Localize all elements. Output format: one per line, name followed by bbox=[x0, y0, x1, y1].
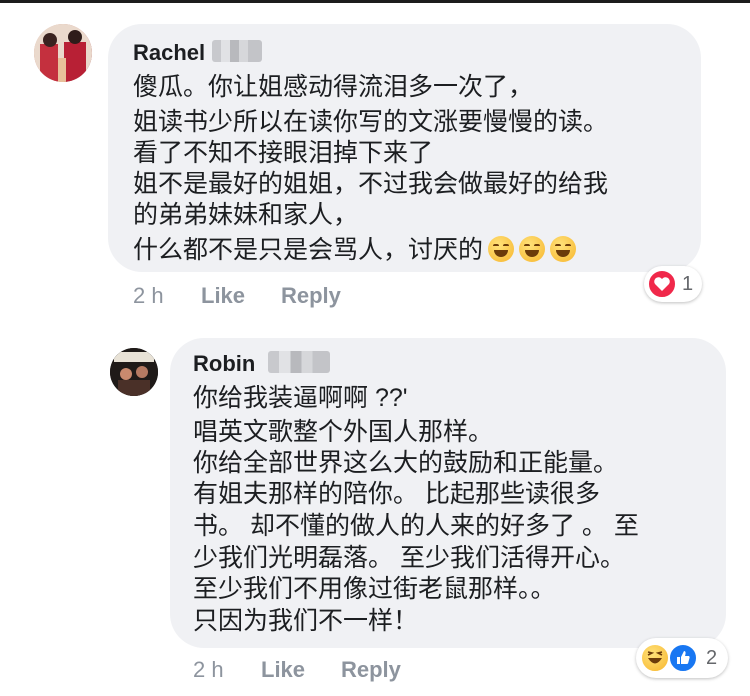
reaction-count: 1 bbox=[682, 273, 694, 295]
reply-link[interactable]: Reply bbox=[341, 657, 401, 683]
top-divider bbox=[0, 0, 750, 3]
comment-timestamp[interactable]: 2 h bbox=[133, 283, 164, 309]
grinning-squint-emoji bbox=[519, 236, 546, 262]
comment-author[interactable]: Robin bbox=[193, 351, 255, 377]
comment-text-line: 只因为我们不一样！ bbox=[193, 607, 419, 635]
haha-reaction-icon bbox=[640, 643, 670, 673]
avatar-photo bbox=[34, 24, 92, 82]
like-link[interactable]: Like bbox=[201, 283, 245, 309]
comment-timestamp[interactable]: 2 h bbox=[193, 657, 224, 683]
reaction-summary[interactable]: 2 bbox=[636, 638, 728, 678]
grinning-squint-emoji bbox=[488, 236, 515, 262]
like-link[interactable]: Like bbox=[261, 657, 305, 683]
redacted-surname bbox=[268, 351, 330, 373]
comment-text-line-with-emoji: 什么都不是只是会骂人，讨厌的 bbox=[133, 230, 577, 266]
avatar[interactable] bbox=[34, 24, 92, 82]
comment-author[interactable]: Rachel bbox=[133, 40, 205, 66]
comment-text-line: 你给我装逼啊啊 ??' bbox=[193, 384, 408, 412]
comment-text-line: 至少我们不用像过街老鼠那样。。 bbox=[193, 575, 556, 603]
avatar[interactable] bbox=[110, 348, 158, 396]
comment-text-line: 的弟弟妹妹和家人， bbox=[133, 201, 359, 229]
love-reaction-icon bbox=[647, 269, 677, 299]
avatar-photo bbox=[110, 348, 158, 396]
redacted-surname bbox=[212, 40, 262, 62]
comment-text-line: 傻瓜。你让姐感动得流泪多一次了， bbox=[133, 73, 534, 101]
grinning-squint-emoji bbox=[550, 236, 577, 262]
reaction-summary[interactable]: 1 bbox=[644, 266, 702, 302]
comment-text: 什么都不是只是会骂人，讨厌的 bbox=[133, 236, 484, 264]
comment-text-line: 有姐夫那样的陪你。 比起那些读很多 bbox=[193, 480, 600, 508]
reply-link[interactable]: Reply bbox=[281, 283, 341, 309]
like-reaction-icon bbox=[668, 643, 698, 673]
reaction-count: 2 bbox=[706, 647, 718, 669]
comment-text-line: 书。 却不懂的做人的人来的好多了 。 至 bbox=[193, 512, 639, 540]
